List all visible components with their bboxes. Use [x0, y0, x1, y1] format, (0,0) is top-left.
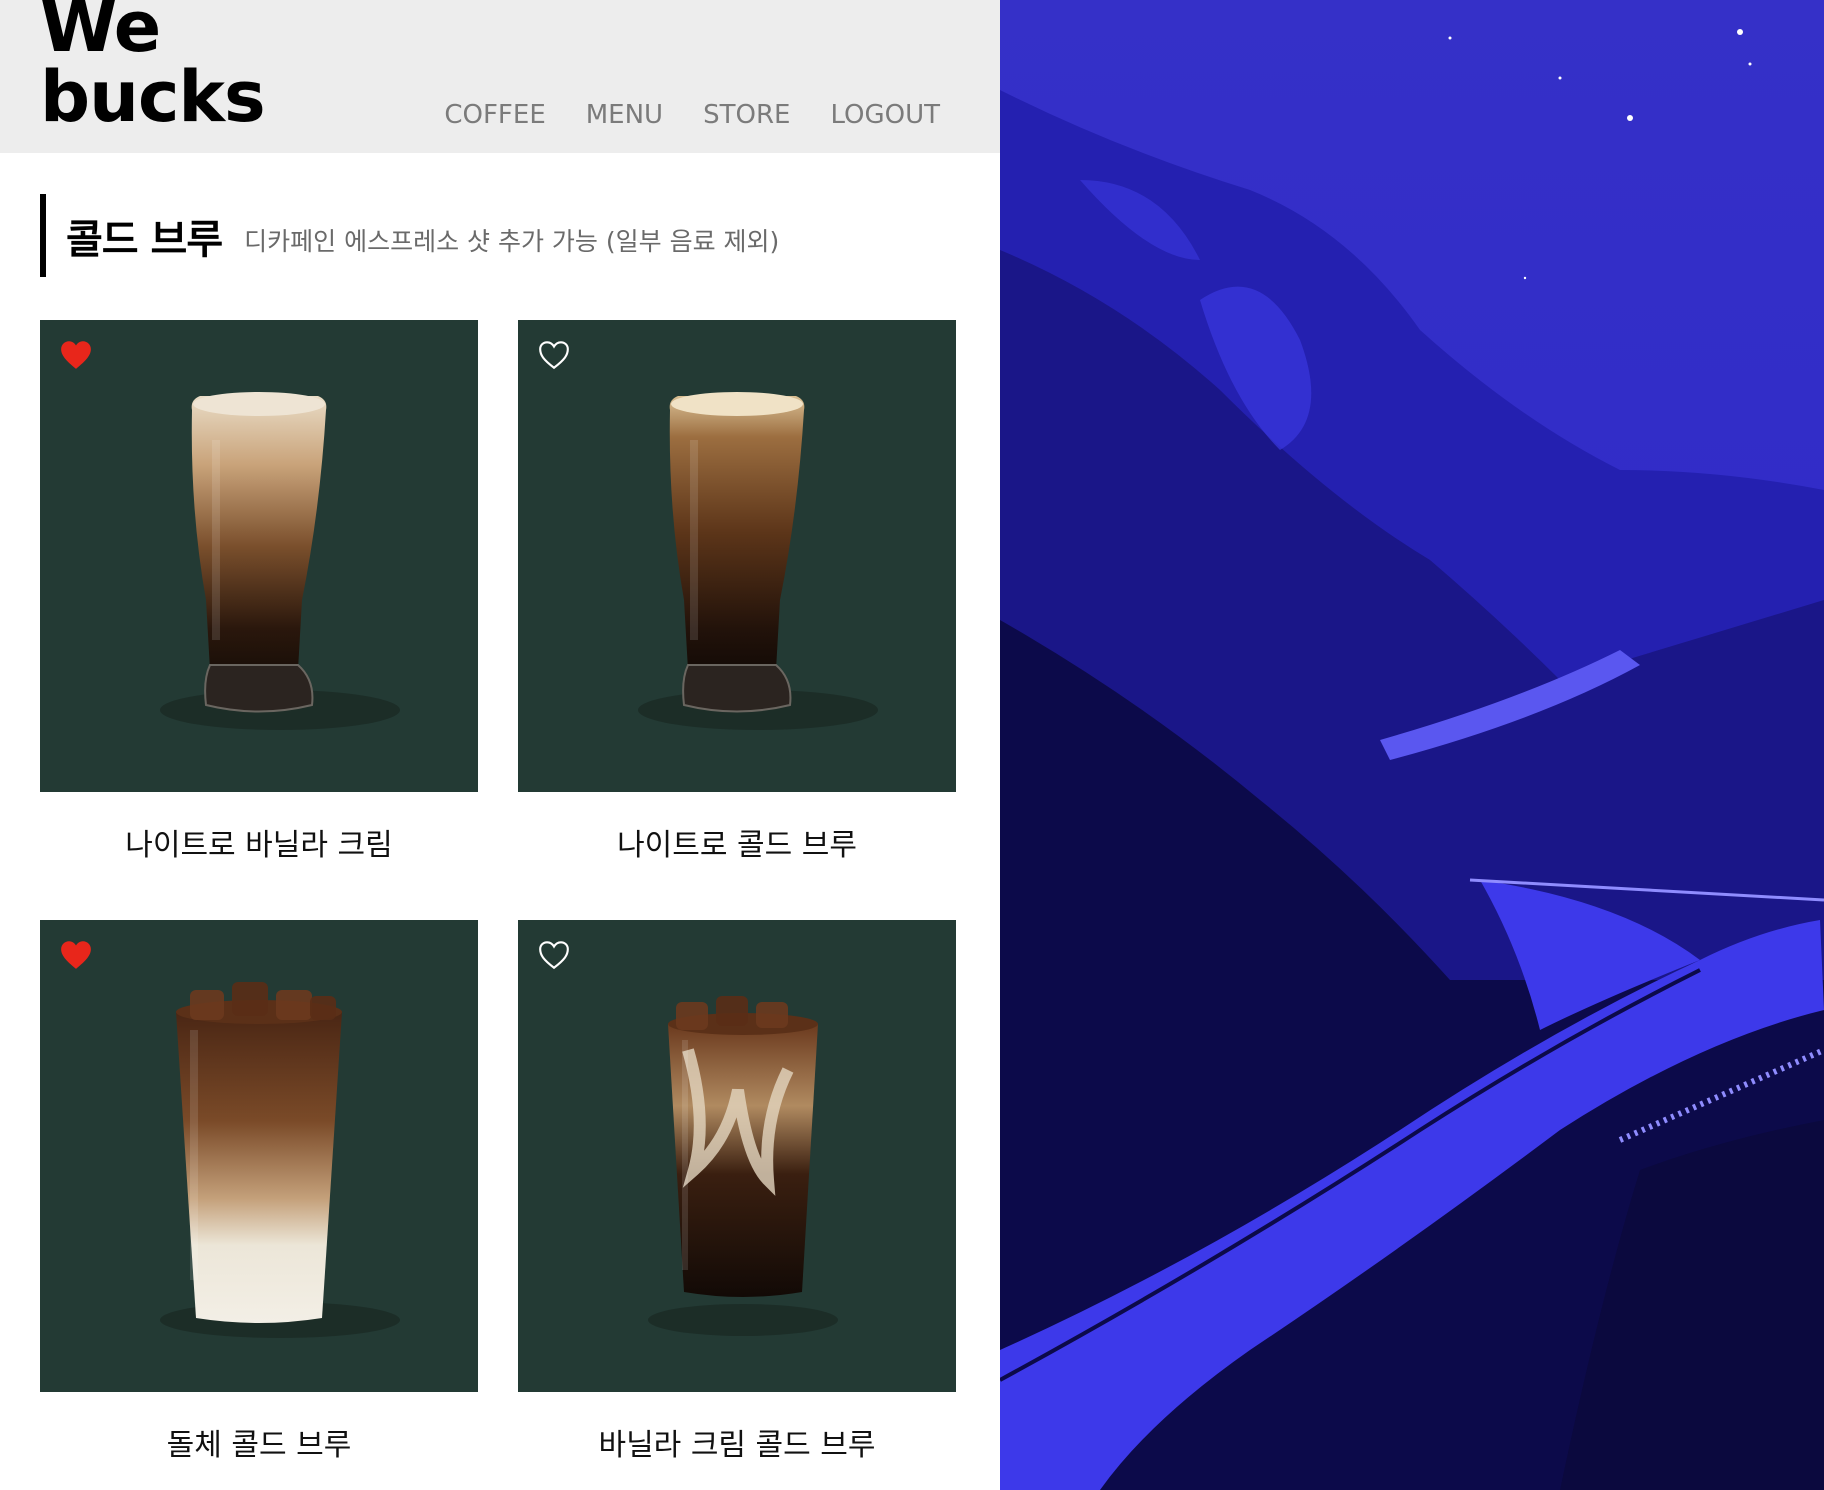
nav-coffee[interactable]: COFFEE	[444, 100, 545, 130]
heart-filled-icon[interactable]	[59, 939, 93, 971]
iced-latte-glass-image	[160, 982, 400, 1338]
heart-filled-icon[interactable]	[59, 339, 93, 371]
mountain-road-wallpaper	[1000, 0, 1824, 1490]
section-heading: 콜드 브루 디카페인 에스프레소 샷 추가 가능 (일부 음료 제외)	[40, 194, 779, 277]
product-name[interactable]: 나이트로 콜드 브루	[518, 820, 956, 864]
logo-line-1: We	[40, 0, 161, 68]
product-card[interactable]: 돌체 콜드 브루	[40, 920, 478, 1464]
logo-line-2: bucks	[40, 56, 266, 138]
product-image[interactable]	[518, 920, 956, 1392]
product-card[interactable]: 바닐라 크림 콜드 브루	[518, 920, 956, 1464]
product-name[interactable]: 바닐라 크림 콜드 브루	[518, 1420, 956, 1464]
product-name[interactable]: 돌체 콜드 브루	[40, 1420, 478, 1464]
nitro-glass-image	[638, 392, 878, 730]
iced-coffee-glass-image	[648, 996, 838, 1336]
section-title: 콜드 브루	[66, 216, 223, 263]
nav-menu[interactable]: MENU	[586, 100, 663, 130]
nav-logout[interactable]: LOGOUT	[830, 100, 940, 130]
product-image[interactable]	[40, 920, 478, 1392]
header: We bucks COFFEE MENU STORE LOGOUT	[0, 0, 1000, 153]
main-nav: COFFEE MENU STORE LOGOUT	[444, 100, 940, 130]
product-card[interactable]: 나이트로 바닐라 크림	[40, 320, 478, 864]
product-card[interactable]: 나이트로 콜드 브루	[518, 320, 956, 864]
desktop-wallpaper	[1000, 0, 1824, 1490]
product-image[interactable]	[518, 320, 956, 792]
heart-outline-icon[interactable]	[537, 939, 571, 971]
nitro-glass-image	[160, 392, 400, 730]
nav-store[interactable]: STORE	[703, 100, 790, 130]
heart-outline-icon[interactable]	[537, 339, 571, 371]
product-image[interactable]	[40, 320, 478, 792]
app-window: We bucks COFFEE MENU STORE LOGOUT 콜드 브루 …	[0, 0, 1000, 1490]
logo[interactable]: We bucks	[40, 0, 266, 138]
section-subtitle: 디카페인 에스프레소 샷 추가 가능 (일부 음료 제외)	[244, 226, 780, 256]
product-name[interactable]: 나이트로 바닐라 크림	[40, 820, 478, 864]
